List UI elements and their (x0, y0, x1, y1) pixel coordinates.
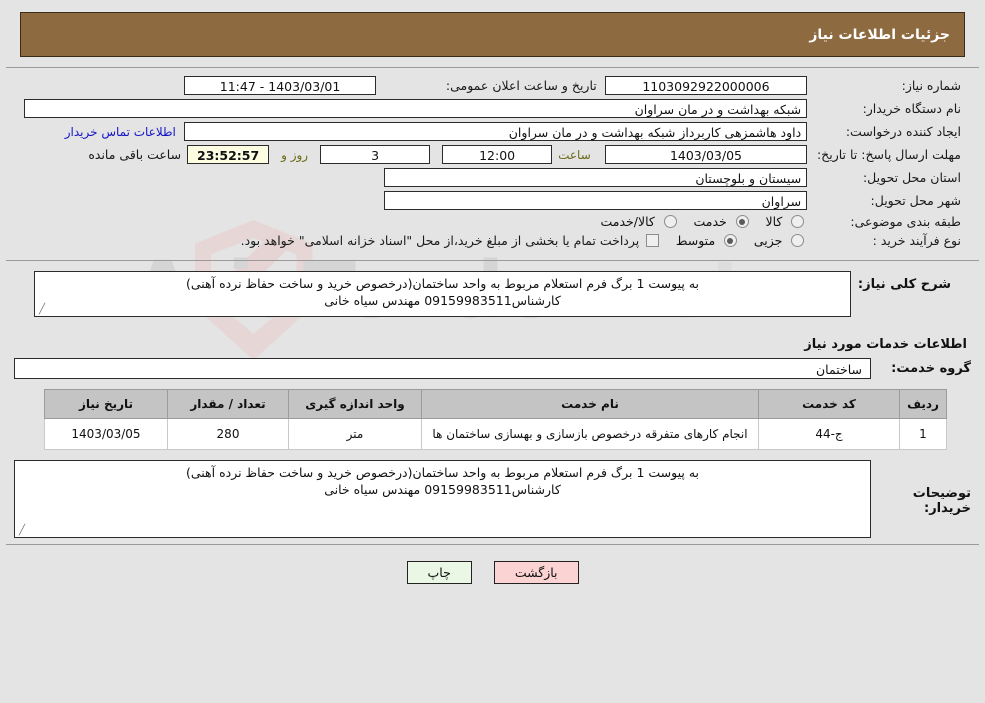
checkbox-treasury-docs[interactable] (646, 234, 660, 247)
table-row: 1 ج-44 انجام کارهای متفرقه درخصوص بازساز… (44, 418, 947, 450)
row-buyer-org: نام دستگاه خریدار: شبکه بهداشت و در مان … (20, 97, 965, 120)
row-province: استان محل تحویل: سیستان و بلوچستان (20, 166, 965, 189)
radio-label-khedmat: خدمت (693, 214, 727, 229)
description-panel: شرح کلی نیاز: به پیوست 1 برگ فرم استعلام… (6, 269, 979, 327)
radio-label-jozii: جزیی (753, 233, 783, 248)
row-creator: ایجاد کننده درخواست: داود هاشمزهی کاربرد… (20, 120, 965, 143)
announce-value: 1403/03/01 - 11:47 (183, 76, 377, 95)
days-label: روز و (281, 147, 309, 162)
need-number-value: 1103092922000006 (604, 76, 808, 95)
hour-label: ساعت (558, 147, 591, 162)
cell-service-name: انجام کارهای متفرقه درخصوص بازسازی و بهس… (421, 418, 759, 450)
radio-label-kala-khedmat: کالا/خدمت (600, 214, 655, 229)
radio-category-kala[interactable] (791, 215, 805, 228)
page-header: جزئیات اطلاعات نیاز (20, 12, 965, 57)
city-value: سراوان (384, 191, 808, 210)
radio-category-khedmat[interactable] (735, 215, 749, 228)
services-section-title: اطلاعات خدمات مورد نیاز (804, 337, 967, 352)
th-service-code: کد خدمت (758, 389, 900, 419)
service-group-row: گروه خدمت: ساختمان (0, 356, 985, 379)
service-group-label: گروه خدمت: (891, 361, 971, 376)
buyer-org-value: شبکه بهداشت و در مان سراوان (24, 99, 808, 118)
creator-label: ایجاد کننده درخواست: (845, 124, 961, 139)
th-unit: واحد اندازه گیری (288, 389, 422, 419)
row-process: نوع فرآیند خرید : جزیی متوسط پرداخت تمام… (20, 231, 965, 250)
remaining-days-value: 3 (320, 145, 431, 164)
province-value: سیستان و بلوچستان (384, 168, 808, 187)
announce-label: تاریخ و ساعت اعلان عمومی: (445, 78, 597, 93)
cell-service-code: ج-44 (758, 418, 900, 450)
remaining-label: ساعت باقی مانده (88, 147, 182, 162)
radio-label-motavaset: متوسط (675, 233, 716, 248)
process-label: نوع فرآیند خرید : (872, 233, 961, 248)
cell-row-index: 1 (899, 418, 947, 450)
radio-category-kala-khedmat[interactable] (663, 215, 677, 228)
category-label: طبقه بندی موضوعی: (850, 214, 961, 229)
description-row: شرح کلی نیاز: به پیوست 1 برگ فرم استعلام… (20, 271, 965, 317)
services-table-wrapper: ردیف کد خدمت نام خدمت واحد اندازه گیری ت… (44, 389, 947, 450)
page-root: AriaTender.net جزئیات اطلاعات نیاز شماره… (0, 12, 985, 703)
province-label: استان محل تحویل: (862, 170, 961, 185)
city-label: شهر محل تحویل: (870, 193, 961, 208)
need-number-label: شماره نیاز: (901, 78, 961, 93)
treasury-note: پرداخت تمام یا بخشی از مبلغ خرید،از محل … (240, 233, 640, 248)
bottom-divider (6, 544, 979, 545)
description-textarea[interactable]: به پیوست 1 برگ فرم استعلام مربوط به واحد… (34, 271, 851, 317)
countdown-timer: 23:52:57 (187, 145, 270, 164)
row-category: طبقه بندی موضوعی: کالا خدمت کالا/خدمت (20, 212, 965, 231)
cell-unit: متر (288, 418, 422, 450)
creator-value: داود هاشمزهی کاربرداز شبکه بهداشت و در م… (183, 122, 808, 141)
resize-grip[interactable]: ╱ (17, 526, 27, 536)
row-city: شهر محل تحویل: سراوان (20, 189, 965, 212)
cell-quantity: 280 (167, 418, 289, 450)
deadline-time-value: 12:00 (442, 145, 553, 164)
row-deadline: مهلت ارسال پاسخ: تا تاریخ: 1403/03/05 سا… (20, 143, 965, 166)
buyer-notes-label: توضیحات خریدار: (912, 486, 971, 516)
service-group-value: ساختمان (14, 358, 871, 379)
radio-label-kala: کالا (765, 214, 783, 229)
table-header-row: ردیف کد خدمت نام خدمت واحد اندازه گیری ت… (44, 389, 947, 419)
th-quantity: تعداد / مقدار (167, 389, 289, 419)
print-button[interactable]: چاپ (406, 561, 472, 584)
action-buttons: بازگشت چاپ (0, 561, 985, 584)
need-info-panel: شماره نیاز: 1103092922000006 تاریخ و ساع… (6, 67, 979, 261)
buyer-contact-link[interactable]: اطلاعات تماس خریدار (65, 125, 176, 139)
cell-need-date: 1403/03/05 (44, 418, 168, 450)
description-label: شرح کلی نیاز: (857, 277, 951, 292)
row-need-number: شماره نیاز: 1103092922000006 تاریخ و ساع… (20, 74, 965, 97)
page-title: جزئیات اطلاعات نیاز (809, 26, 950, 43)
need-info-table: شماره نیاز: 1103092922000006 تاریخ و ساع… (20, 74, 965, 250)
deadline-label: مهلت ارسال پاسخ: تا تاریخ: (816, 147, 961, 162)
th-need-date: تاریخ نیاز (44, 389, 168, 419)
th-row-index: ردیف (899, 389, 947, 419)
resize-grip[interactable]: ╱ (37, 305, 47, 315)
th-service-name: نام خدمت (421, 389, 759, 419)
deadline-date-value: 1403/03/05 (604, 145, 808, 164)
radio-process-motavaset[interactable] (723, 234, 737, 247)
buyer-org-label: نام دستگاه خریدار: (862, 101, 961, 116)
buyer-notes-row: توضیحات خریدار: به پیوست 1 برگ فرم استعل… (0, 460, 985, 538)
radio-process-jozii[interactable] (791, 234, 805, 247)
buyer-notes-textarea[interactable]: به پیوست 1 برگ فرم استعلام مربوط به واحد… (14, 460, 871, 538)
services-table: ردیف کد خدمت نام خدمت واحد اندازه گیری ت… (44, 389, 947, 450)
back-button[interactable]: بازگشت (493, 561, 579, 584)
